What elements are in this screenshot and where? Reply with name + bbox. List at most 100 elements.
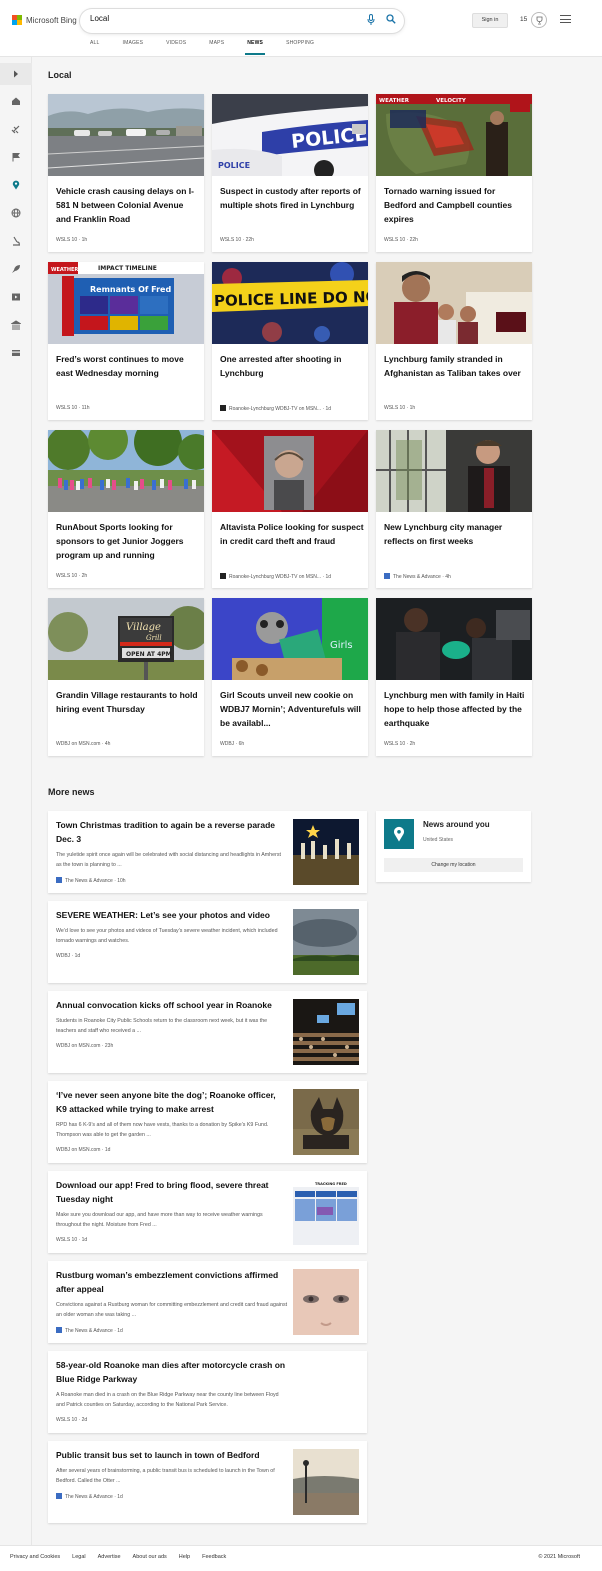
svg-text:WEATHER: WEATHER	[51, 267, 78, 273]
svg-text:POLICE: POLICE	[218, 161, 250, 170]
bing-logo[interactable]: Microsoft Bing	[12, 15, 77, 25]
news-item-snippet: After several years of brainstorming, a …	[56, 1468, 275, 1484]
flag-icon[interactable]	[11, 152, 21, 162]
news-card[interactable]: WEATHER IMPACT TIMELINE Remnants Of Fred…	[48, 262, 204, 420]
footer-link-privacy[interactable]: Privacy and Cookies	[10, 1554, 60, 1560]
news-card-image: POLICE POLICE	[212, 94, 368, 176]
news-item-source: WSLS 10 · 1d	[56, 1237, 88, 1243]
news-card-title[interactable]: Grandin Village restaurants to hold hiri…	[56, 688, 200, 716]
rewards-trophy-icon[interactable]	[531, 12, 547, 28]
tab-shopping[interactable]: SHOPPING	[286, 40, 314, 46]
news-card[interactable]: POLICE POLICE Suspect in custody after r…	[212, 94, 368, 252]
news-list-item[interactable]: Download our app! Fred to bring flood, s…	[48, 1171, 367, 1253]
news-card-title[interactable]: Altavista Police looking for suspect in …	[220, 520, 364, 548]
satellite-icon[interactable]	[11, 124, 21, 134]
globe-icon[interactable]	[11, 208, 21, 218]
news-item-thumbnail[interactable]	[293, 909, 359, 975]
news-card-source: WSLS 10 · 22h	[384, 237, 418, 243]
news-item-snippet: RPD has 6 K-9’s and all of them now have…	[56, 1122, 269, 1138]
news-item-title[interactable]: Town Christmas tradition to again be a r…	[56, 819, 288, 846]
news-card-image	[48, 94, 204, 176]
news-card[interactable]: Lynchburg men with family in Haiti hope …	[376, 598, 532, 756]
tab-videos[interactable]: VIDEOS	[166, 40, 186, 46]
news-card-title[interactable]: Tornado warning issued for Bedford and C…	[384, 184, 528, 226]
news-item-thumbnail[interactable]	[293, 1449, 359, 1515]
news-list-item[interactable]: SEVERE WEATHER: Let’s see your photos an…	[48, 901, 367, 983]
news-card[interactable]: New Lynchburg city manager reflects on f…	[376, 430, 532, 588]
news-list-item[interactable]: Town Christmas tradition to again be a r…	[48, 811, 367, 893]
sidebar-expand-button[interactable]	[0, 63, 32, 85]
change-location-button[interactable]: Change my location	[384, 858, 523, 872]
news-card-title[interactable]: Fred’s worst continues to move east Wedn…	[56, 352, 200, 380]
news-item-title[interactable]: ‘I’ve never seen anyone bite the dog’; R…	[56, 1089, 288, 1116]
tab-maps[interactable]: MAPS	[209, 40, 224, 46]
news-card[interactable]: Village Grill OPEN AT 4PM Grandin Villag…	[48, 598, 204, 756]
news-item-title[interactable]: SEVERE WEATHER: Let’s see your photos an…	[56, 909, 288, 923]
news-list-item[interactable]: 58-year-old Roanoke man dies after motor…	[48, 1351, 367, 1433]
news-card-title[interactable]: One arrested after shooting in Lynchburg	[220, 352, 364, 380]
rocket-icon[interactable]	[11, 264, 21, 274]
news-list-item[interactable]: Annual convocation kicks off school year…	[48, 991, 367, 1073]
news-card-title[interactable]: Lynchburg men with family in Haiti hope …	[384, 688, 528, 730]
news-item-thumbnail[interactable]	[293, 1269, 359, 1335]
news-card[interactable]: WEATHER VELOCITY Tornado warning issued …	[376, 94, 532, 252]
tab-news[interactable]: NEWS	[245, 40, 265, 55]
chevron-right-icon	[14, 70, 18, 78]
news-item-title[interactable]: Annual convocation kicks off school year…	[56, 999, 288, 1013]
home-icon[interactable]	[11, 96, 21, 106]
news-card[interactable]: Vehicle crash causing delays on I-581 N …	[48, 94, 204, 252]
tab-all[interactable]: ALL	[90, 40, 100, 46]
news-card-image: Village Grill OPEN AT 4PM	[48, 598, 204, 680]
footer-link-legal[interactable]: Legal	[72, 1554, 85, 1560]
news-list-item[interactable]: Rustburg woman’s embezzlement conviction…	[48, 1261, 367, 1343]
news-card-title[interactable]: Girl Scouts unveil new cookie on WDBJ7 M…	[220, 688, 364, 730]
news-item-thumbnail[interactable]: TRACKING FRED	[293, 1179, 359, 1245]
news-item-thumbnail[interactable]	[293, 1089, 359, 1155]
news-card[interactable]: Altavista Police looking for suspect in …	[212, 430, 368, 588]
top-header: Microsoft Bing Sign in 15 ALL IMAGES VID…	[0, 0, 602, 57]
sign-in-button[interactable]: Sign in	[472, 13, 508, 28]
news-card[interactable]: Lynchburg family stranded in Afghanistan…	[376, 262, 532, 420]
location-pin-icon[interactable]	[11, 180, 21, 190]
news-card-source: WDBJ on MSN.com · 4h	[56, 741, 111, 747]
footer-link-help[interactable]: Help	[179, 1554, 190, 1560]
card-icon[interactable]	[11, 348, 21, 358]
microphone-icon[interactable]	[367, 14, 375, 26]
news-item-snippet: We’d love to see your photos and videos …	[56, 928, 278, 944]
news-card[interactable]: POLICE LINE DO NOT CROS One arrested aft…	[212, 262, 368, 420]
news-card-title[interactable]: Vehicle crash causing delays on I-581 N …	[56, 184, 200, 226]
source-logo-icon	[384, 573, 390, 579]
bank-icon[interactable]	[11, 320, 21, 330]
news-list-item[interactable]: Public transit bus set to launch in town…	[48, 1441, 367, 1523]
news-item-title[interactable]: 58-year-old Roanoke man dies after motor…	[56, 1359, 288, 1386]
news-card[interactable]: Girls Girl Scouts unveil new cookie on W…	[212, 598, 368, 756]
source-text: The News & Advance · 4h	[393, 574, 451, 580]
news-card-title[interactable]: New Lynchburg city manager reflects on f…	[384, 520, 528, 548]
search-input[interactable]	[90, 14, 350, 23]
footer-link-feedback[interactable]: Feedback	[202, 1554, 226, 1560]
news-item-snippet: Students in Roanoke City Public Schools …	[56, 1018, 268, 1034]
news-item-thumbnail[interactable]	[293, 819, 359, 885]
news-item-title[interactable]: Rustburg woman’s embezzlement conviction…	[56, 1269, 288, 1296]
news-card-title[interactable]: Lynchburg family stranded in Afghanistan…	[384, 352, 528, 380]
rewards-count[interactable]: 15	[520, 16, 527, 23]
news-card[interactable]: RunAbout Sports looking for sponsors to …	[48, 430, 204, 588]
news-card-title[interactable]: Suspect in custody after reports of mult…	[220, 184, 364, 212]
news-card-source: WSLS 10 · 2h	[56, 573, 88, 579]
hamburger-menu-icon[interactable]	[560, 15, 571, 23]
news-card-source: WDBJ · 6h	[220, 741, 245, 747]
play-icon[interactable]	[11, 292, 21, 302]
news-item-title[interactable]: Public transit bus set to launch in town…	[56, 1449, 288, 1463]
search-icon[interactable]	[386, 14, 396, 24]
news-list-item[interactable]: ‘I’ve never seen anyone bite the dog’; R…	[48, 1081, 367, 1163]
search-box[interactable]	[80, 9, 404, 33]
news-card-source: WSLS 10 · 22h	[220, 237, 254, 243]
news-card-source: WSLS 10 · 1h	[56, 237, 88, 243]
news-item-title[interactable]: Download our app! Fred to bring flood, s…	[56, 1179, 288, 1206]
tab-images[interactable]: IMAGES	[123, 40, 144, 46]
microscope-icon[interactable]	[11, 236, 21, 246]
news-card-title[interactable]: RunAbout Sports looking for sponsors to …	[56, 520, 200, 562]
footer-link-about-ads[interactable]: About our ads	[133, 1554, 167, 1560]
news-item-thumbnail[interactable]	[293, 999, 359, 1065]
footer-link-advertise[interactable]: Advertise	[98, 1554, 121, 1560]
